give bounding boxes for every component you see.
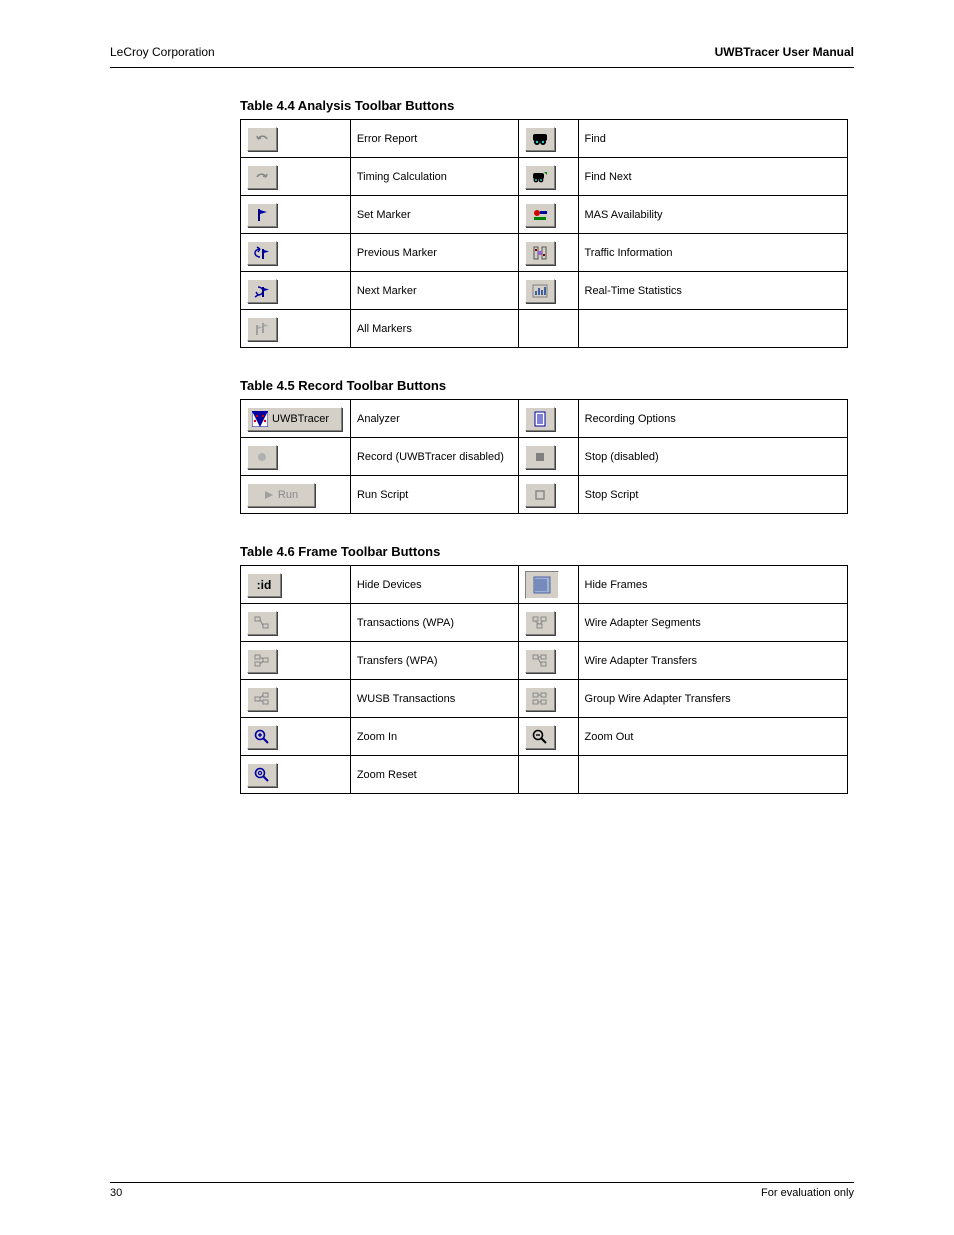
realtime-stats-icon[interactable]: [525, 279, 555, 303]
desc: Hide Devices: [350, 566, 518, 604]
footer-note: For evaluation only: [761, 1187, 854, 1199]
desc: Next Marker: [350, 272, 518, 310]
table-row: Next Marker Real-Time Statistics: [241, 272, 848, 310]
run-label: Run: [278, 489, 298, 501]
table-row: Timing Calculation Find Next: [241, 158, 848, 196]
zoom-reset-icon[interactable]: [247, 763, 277, 787]
binoculars-icon[interactable]: [525, 127, 555, 151]
traffic-info-icon[interactable]: [525, 241, 555, 265]
table-row: :id Hide Devices Hide Frames: [241, 566, 848, 604]
table-row: Transfers (WPA) Wire Adapter Transfers: [241, 642, 848, 680]
desc: Wire Adapter Segments: [578, 604, 847, 642]
uwbtracer-btn[interactable]: UWBTracer: [247, 407, 342, 431]
stop-script-icon[interactable]: [525, 483, 555, 507]
table-row: Set Marker MAS Availability: [241, 196, 848, 234]
desc: Error Report: [350, 120, 518, 158]
desc: Stop Script: [578, 476, 847, 514]
section2-title: Table 4.5 Record Toolbar Buttons: [240, 378, 854, 393]
group-transfer-icon[interactable]: [525, 687, 555, 711]
desc: Record (UWBTracer disabled): [350, 438, 518, 476]
table-row: Zoom Reset: [241, 756, 848, 794]
table-row: Transactions (WPA) Wire Adapter Segments: [241, 604, 848, 642]
header-product: UWBTracer User Manual: [715, 45, 854, 59]
desc: MAS Availability: [578, 196, 848, 234]
desc: Real-Time Statistics: [578, 272, 848, 310]
table-row: Zoom In Zoom Out: [241, 718, 848, 756]
find-next-icon[interactable]: [525, 165, 555, 189]
desc: Set Marker: [350, 196, 518, 234]
desc: Zoom Out: [578, 718, 847, 756]
table-row: UWBTracer Analyzer Recording Options: [241, 400, 848, 438]
uwbtracer-logo-icon: [252, 411, 268, 427]
desc: Run Script: [350, 476, 518, 514]
header-rule: [110, 67, 854, 68]
wpa-icon[interactable]: [247, 611, 277, 635]
play-icon: [264, 490, 274, 500]
next-marker-icon[interactable]: [247, 279, 277, 303]
prev-marker-icon[interactable]: [247, 241, 277, 265]
wusb-trans-icon[interactable]: [247, 687, 277, 711]
zoom-out-icon[interactable]: [525, 725, 555, 749]
wire-adapter-transfer-icon[interactable]: [525, 649, 555, 673]
record-toolbar-table: UWBTracer Analyzer Recording Options: [240, 399, 848, 514]
page-header: LeCroy Corporation UWBTracer User Manual: [110, 45, 854, 59]
frame-toolbar-table: :id Hide Devices Hide Frames: [240, 565, 848, 794]
desc: Previous Marker: [350, 234, 518, 272]
undo-icon[interactable]: [247, 127, 277, 151]
uwbtracer-label: UWBTracer: [272, 413, 329, 425]
footer-page: 30: [110, 1187, 122, 1199]
table-row: Record (UWBTracer disabled) Stop (disabl…: [241, 438, 848, 476]
desc: Traffic Information: [578, 234, 848, 272]
blue-sheet-icon[interactable]: [525, 407, 555, 431]
wpa-transfer-icon[interactable]: [247, 649, 277, 673]
hide-frames-icon[interactable]: [525, 571, 559, 599]
wire-adapter-icon[interactable]: [525, 611, 555, 635]
section3-title: Table 4.6 Frame Toolbar Buttons: [240, 544, 854, 559]
desc: Analyzer: [350, 400, 518, 438]
table-row: WUSB Transactions Group Wire Adapter Tra…: [241, 680, 848, 718]
id-icon[interactable]: :id: [247, 573, 281, 597]
rec-disabled-icon[interactable]: [247, 445, 277, 469]
desc: Zoom Reset: [350, 756, 518, 794]
zoom-in-icon[interactable]: [247, 725, 277, 749]
desc: Hide Frames: [578, 566, 847, 604]
desc: Find: [578, 120, 848, 158]
blue-flag-icon[interactable]: [247, 203, 277, 227]
table-row: Previous Marker Traffic Information: [241, 234, 848, 272]
desc: Recording Options: [578, 400, 847, 438]
section1-title: Table 4.4 Analysis Toolbar Buttons: [240, 98, 854, 113]
all-markers-icon[interactable]: [247, 317, 277, 341]
desc: Transfers (WPA): [350, 642, 518, 680]
table-row: Error Report Find: [241, 120, 848, 158]
page-footer: 30 For evaluation only: [110, 1182, 854, 1199]
redo-icon[interactable]: [247, 165, 277, 189]
mas-assign-icon[interactable]: [525, 203, 555, 227]
run-btn[interactable]: Run: [247, 483, 315, 507]
header-company: LeCroy Corporation: [110, 45, 215, 59]
stop-disabled-icon[interactable]: [525, 445, 555, 469]
desc: All Markers: [350, 310, 518, 348]
footer-rule: [110, 1182, 854, 1183]
desc: WUSB Transactions: [350, 680, 518, 718]
desc: Wire Adapter Transfers: [578, 642, 847, 680]
desc: Transactions (WPA): [350, 604, 518, 642]
desc: Timing Calculation: [350, 158, 518, 196]
desc: Find Next: [578, 158, 848, 196]
table-row: Run Run Script Stop Script: [241, 476, 848, 514]
desc: Zoom In: [350, 718, 518, 756]
analysis-toolbar-table: Error Report Find Timing Calculation: [240, 119, 848, 348]
table-row: All Markers: [241, 310, 848, 348]
desc: Group Wire Adapter Transfers: [578, 680, 847, 718]
desc: Stop (disabled): [578, 438, 847, 476]
